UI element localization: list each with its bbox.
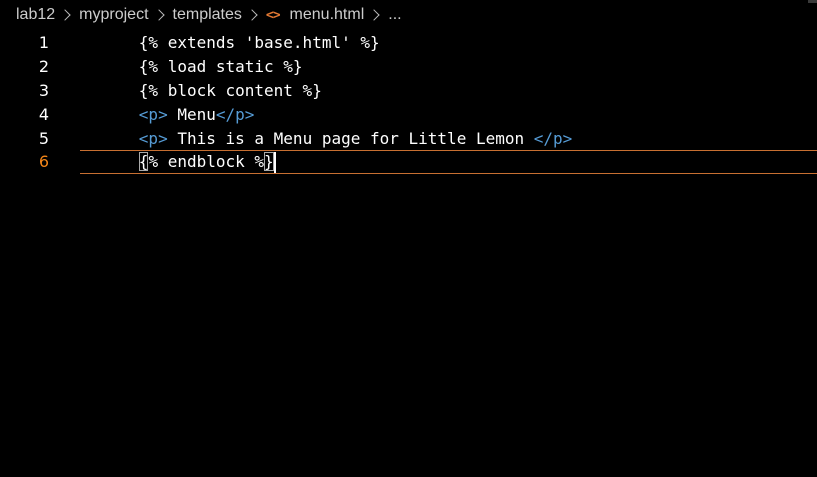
chevron-right-icon — [59, 9, 71, 21]
line-number: 5 — [38, 128, 49, 148]
line-content: {% endblock %} — [81, 133, 276, 192]
line-number: 2 — [38, 56, 49, 76]
code-token: % endblock % — [148, 151, 265, 171]
breadcrumb-item-symbols[interactable]: ... — [388, 6, 401, 24]
matched-bracket: } — [264, 151, 274, 171]
breadcrumb-item-lab12[interactable]: lab12 — [16, 6, 55, 24]
window-edge — [808, 0, 817, 3]
line-number: 4 — [38, 104, 49, 124]
line-number: 1 — [38, 32, 49, 52]
line-number-active: 6 — [38, 152, 49, 171]
code-line-current[interactable]: {% endblock %} — [80, 150, 817, 174]
html-tag-token: </p> — [533, 128, 573, 148]
line-number: 3 — [38, 80, 49, 100]
text-cursor — [273, 151, 276, 173]
matched-bracket: { — [138, 151, 149, 171]
code-editor[interactable]: 1 {% extends 'base.html' %} 2 {% load st… — [0, 30, 817, 477]
